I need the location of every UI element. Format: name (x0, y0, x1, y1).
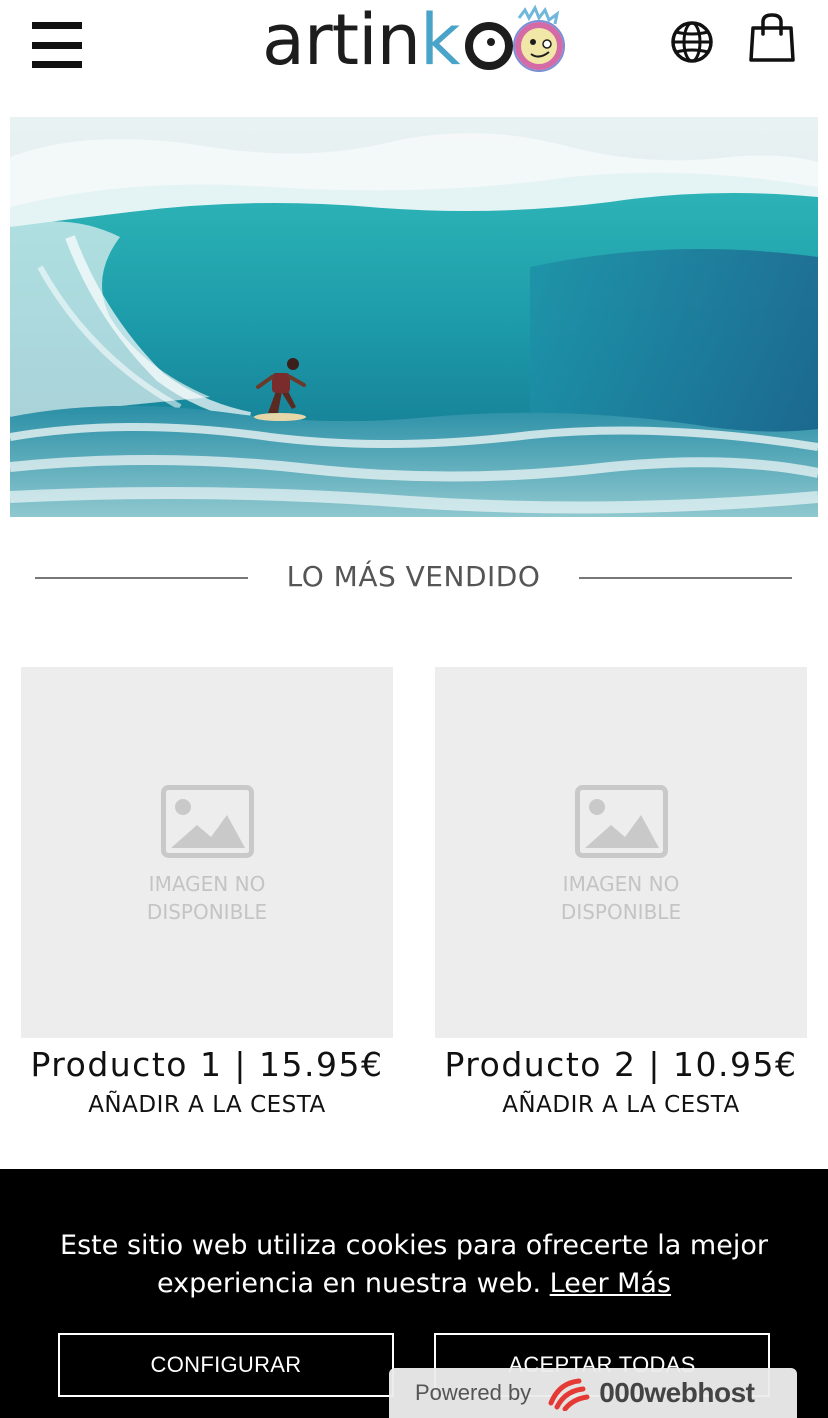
section-title: LO MÁS VENDIDO (286, 560, 541, 593)
shopping-bag-icon[interactable] (748, 12, 796, 64)
cookie-message: Este sitio web utiliza cookies para ofre… (30, 1227, 798, 1303)
best-sellers-heading: LO MÁS VENDIDO (0, 556, 828, 602)
product-card: IMAGEN NO DISPONIBLE Producto 2 | 10.95€… (435, 667, 807, 1118)
globe-icon[interactable] (670, 20, 714, 64)
webhost-logo-icon (548, 1378, 590, 1411)
image-placeholder-text: IMAGEN NO DISPONIBLE (560, 872, 682, 924)
powered-by-badge[interactable]: Powered by 000webhost (389, 1368, 797, 1418)
add-to-cart-button[interactable]: AÑADIR A LA CESTA (21, 1092, 393, 1118)
hero-image (10, 117, 818, 517)
product-card: IMAGEN NO DISPONIBLE Producto 1 | 15.95€… (21, 667, 393, 1118)
webhost-brand-text: 000webhost (599, 1377, 755, 1408)
powered-by-text: Powered by (415, 1380, 532, 1405)
product-name-price[interactable]: Producto 1 | 15.95€ (21, 1046, 393, 1084)
logo-eyes-icon (461, 4, 581, 76)
hamburger-menu-icon[interactable] (32, 22, 82, 68)
divider-line-right (579, 577, 792, 579)
product-image-placeholder[interactable]: IMAGEN NO DISPONIBLE (435, 667, 807, 1038)
cookie-message-line1: Este sitio web utiliza cookies para ofre… (60, 1230, 768, 1261)
site-logo[interactable]: artin k (262, 4, 581, 76)
image-placeholder-icon (161, 785, 254, 858)
logo-text-part2: k (419, 0, 461, 81)
configure-cookies-button[interactable]: CONFIGURAR (58, 1333, 394, 1397)
logo-text-part1: artin (262, 0, 421, 81)
add-to-cart-button[interactable]: AÑADIR A LA CESTA (435, 1092, 807, 1118)
product-name-price[interactable]: Producto 2 | 10.95€ (435, 1046, 807, 1084)
site-header: artin k (0, 0, 828, 100)
product-image-placeholder[interactable]: IMAGEN NO DISPONIBLE (21, 667, 393, 1038)
divider-line-left (35, 577, 248, 579)
image-placeholder-text: IMAGEN NO DISPONIBLE (146, 872, 268, 924)
read-more-link[interactable]: Leer Más (550, 1268, 671, 1299)
cookie-message-line2: experiencia en nuestra web. (156, 1268, 542, 1299)
image-placeholder-icon (575, 785, 668, 858)
